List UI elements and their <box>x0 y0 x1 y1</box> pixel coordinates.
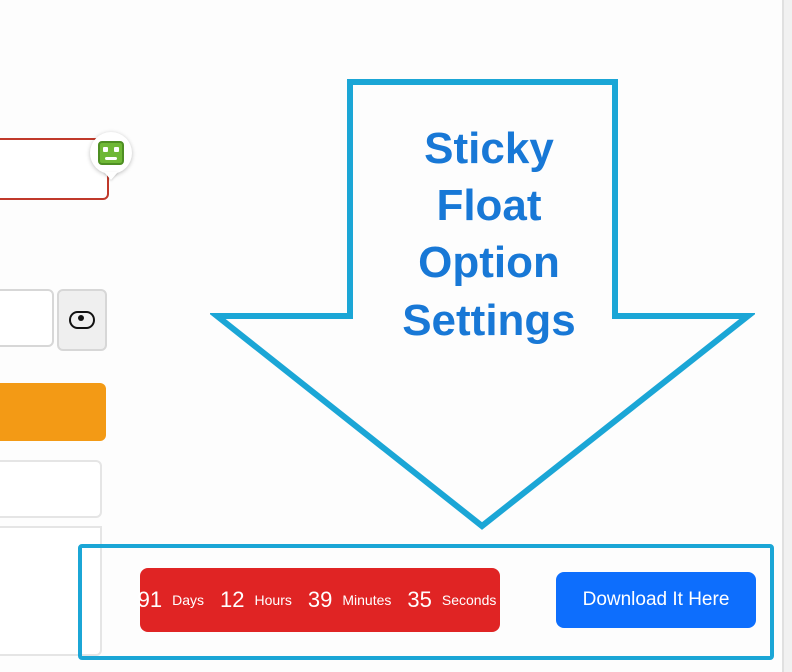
roboform-icon[interactable] <box>90 132 132 174</box>
countdown-hours-value: 12 <box>220 587 244 613</box>
countdown-seconds-value: 35 <box>407 587 431 613</box>
annotation-line: Settings <box>359 292 619 349</box>
countdown-days-value: 91 <box>138 587 162 613</box>
countdown-hours-label: Hours <box>255 592 292 608</box>
countdown-seconds-label: Seconds <box>442 592 496 608</box>
download-button-label: Download It Here <box>583 589 730 611</box>
annotation-line: Option <box>359 234 619 291</box>
countdown-minutes-value: 39 <box>308 587 332 613</box>
countdown-timer: 91 Days 12 Hours 39 Minutes 35 Seconds <box>140 568 500 632</box>
countdown-days-label: Days <box>172 592 204 608</box>
countdown-minutes-label: Minutes <box>342 592 391 608</box>
eye-icon <box>69 311 95 329</box>
password-input-partial[interactable] <box>0 289 54 347</box>
download-button[interactable]: Download It Here <box>556 572 756 628</box>
scrollbar-track[interactable] <box>782 0 792 672</box>
primary-submit-button-partial[interactable] <box>0 383 106 441</box>
annotation-line: Float <box>359 177 619 234</box>
list-row-partial-1 <box>0 460 102 518</box>
annotation-heading: Sticky Float Option Settings <box>359 120 619 349</box>
annotation-line: Sticky <box>359 120 619 177</box>
toggle-password-visibility-button[interactable] <box>57 289 107 351</box>
